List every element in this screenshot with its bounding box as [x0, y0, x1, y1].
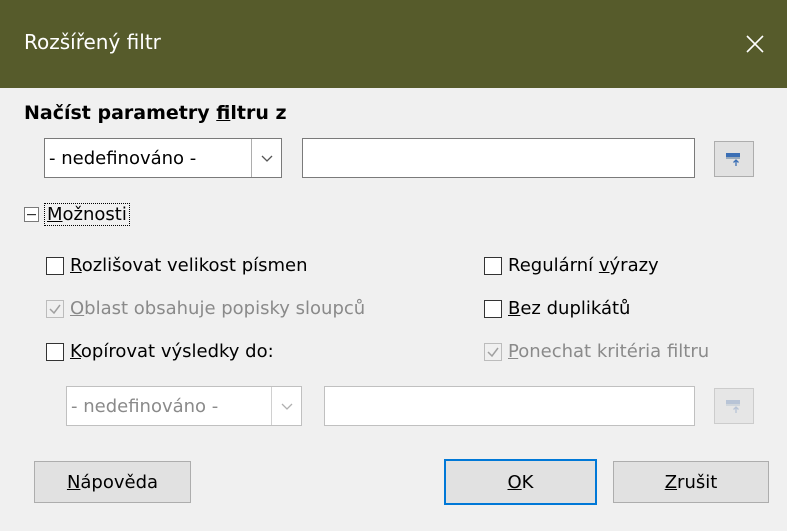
regex-checkbox[interactable]: Regulární výrazy: [484, 255, 659, 276]
cancel-button[interactable]: Zrušit: [613, 461, 769, 503]
chevron-down-icon[interactable]: [251, 139, 281, 177]
cancel-button-label: Zrušit: [664, 471, 718, 493]
no-duplicates-checkbox[interactable]: Bez duplikátů: [484, 298, 630, 319]
copy-results-label: Kopírovat výsledky do:: [70, 341, 274, 362]
close-button[interactable]: [723, 0, 787, 88]
help-button-label: Nápověda: [66, 471, 159, 493]
checkbox-box: [46, 299, 64, 318]
regex-label: Regulární výrazy: [508, 255, 659, 276]
copy-results-shrink-button[interactable]: [714, 388, 754, 424]
collapse-icon: [24, 207, 39, 222]
load-params-combo-value: - nedefinováno -: [49, 147, 197, 169]
dialog-title: Rozšířený filtr: [24, 30, 161, 54]
has-headers-checkbox[interactable]: Oblast obsahuje popisky sloupců: [46, 298, 365, 319]
checkmark-icon: [487, 347, 499, 357]
copy-results-combo-value: - nedefinováno -: [71, 395, 219, 417]
chevron-down-icon[interactable]: [271, 387, 301, 425]
options-expander-label: Možnosti: [44, 203, 130, 226]
case-sensitive-label: Rozlišovat velikost písmen: [70, 255, 308, 276]
copy-results-checkbox[interactable]: Kopírovat výsledky do:: [46, 341, 274, 362]
help-button[interactable]: Nápověda: [34, 461, 191, 503]
dialog-body: Načíst parametry filtru z - nedefinováno…: [0, 88, 787, 531]
checkbox-box: [484, 256, 502, 275]
checkmark-icon: [49, 304, 61, 314]
no-duplicates-label: Bez duplikátů: [508, 298, 631, 319]
checkbox-box: [46, 256, 64, 275]
load-params-heading: Načíst parametry filtru z: [24, 102, 287, 124]
copy-results-range-input[interactable]: [324, 386, 695, 426]
keep-criteria-label: Ponechat kritéria filtru: [508, 341, 710, 362]
checkbox-box: [46, 342, 64, 361]
title-bar: Rozšířený filtr: [0, 0, 787, 88]
checkbox-box: [484, 342, 502, 361]
load-params-combo[interactable]: - nedefinováno -: [44, 138, 282, 178]
keep-criteria-checkbox[interactable]: Ponechat kritéria filtru: [484, 341, 709, 362]
ok-button-label: OK: [507, 471, 534, 493]
copy-results-combo[interactable]: - nedefinováno -: [66, 386, 302, 426]
has-headers-label: Oblast obsahuje popisky sloupců: [70, 298, 366, 319]
ok-button[interactable]: OK: [444, 459, 597, 505]
shrink-icon: [726, 153, 740, 166]
checkbox-box: [484, 299, 502, 318]
shrink-icon: [726, 400, 740, 413]
advanced-filter-dialog: Rozšířený filtr Načíst parametry filtru …: [0, 0, 787, 531]
case-sensitive-checkbox[interactable]: Rozlišovat velikost písmen: [46, 255, 308, 276]
load-params-shrink-button[interactable]: [714, 141, 754, 177]
load-params-range-input[interactable]: [302, 138, 695, 178]
options-expander[interactable]: Možnosti: [24, 203, 130, 226]
close-icon: [746, 35, 764, 53]
